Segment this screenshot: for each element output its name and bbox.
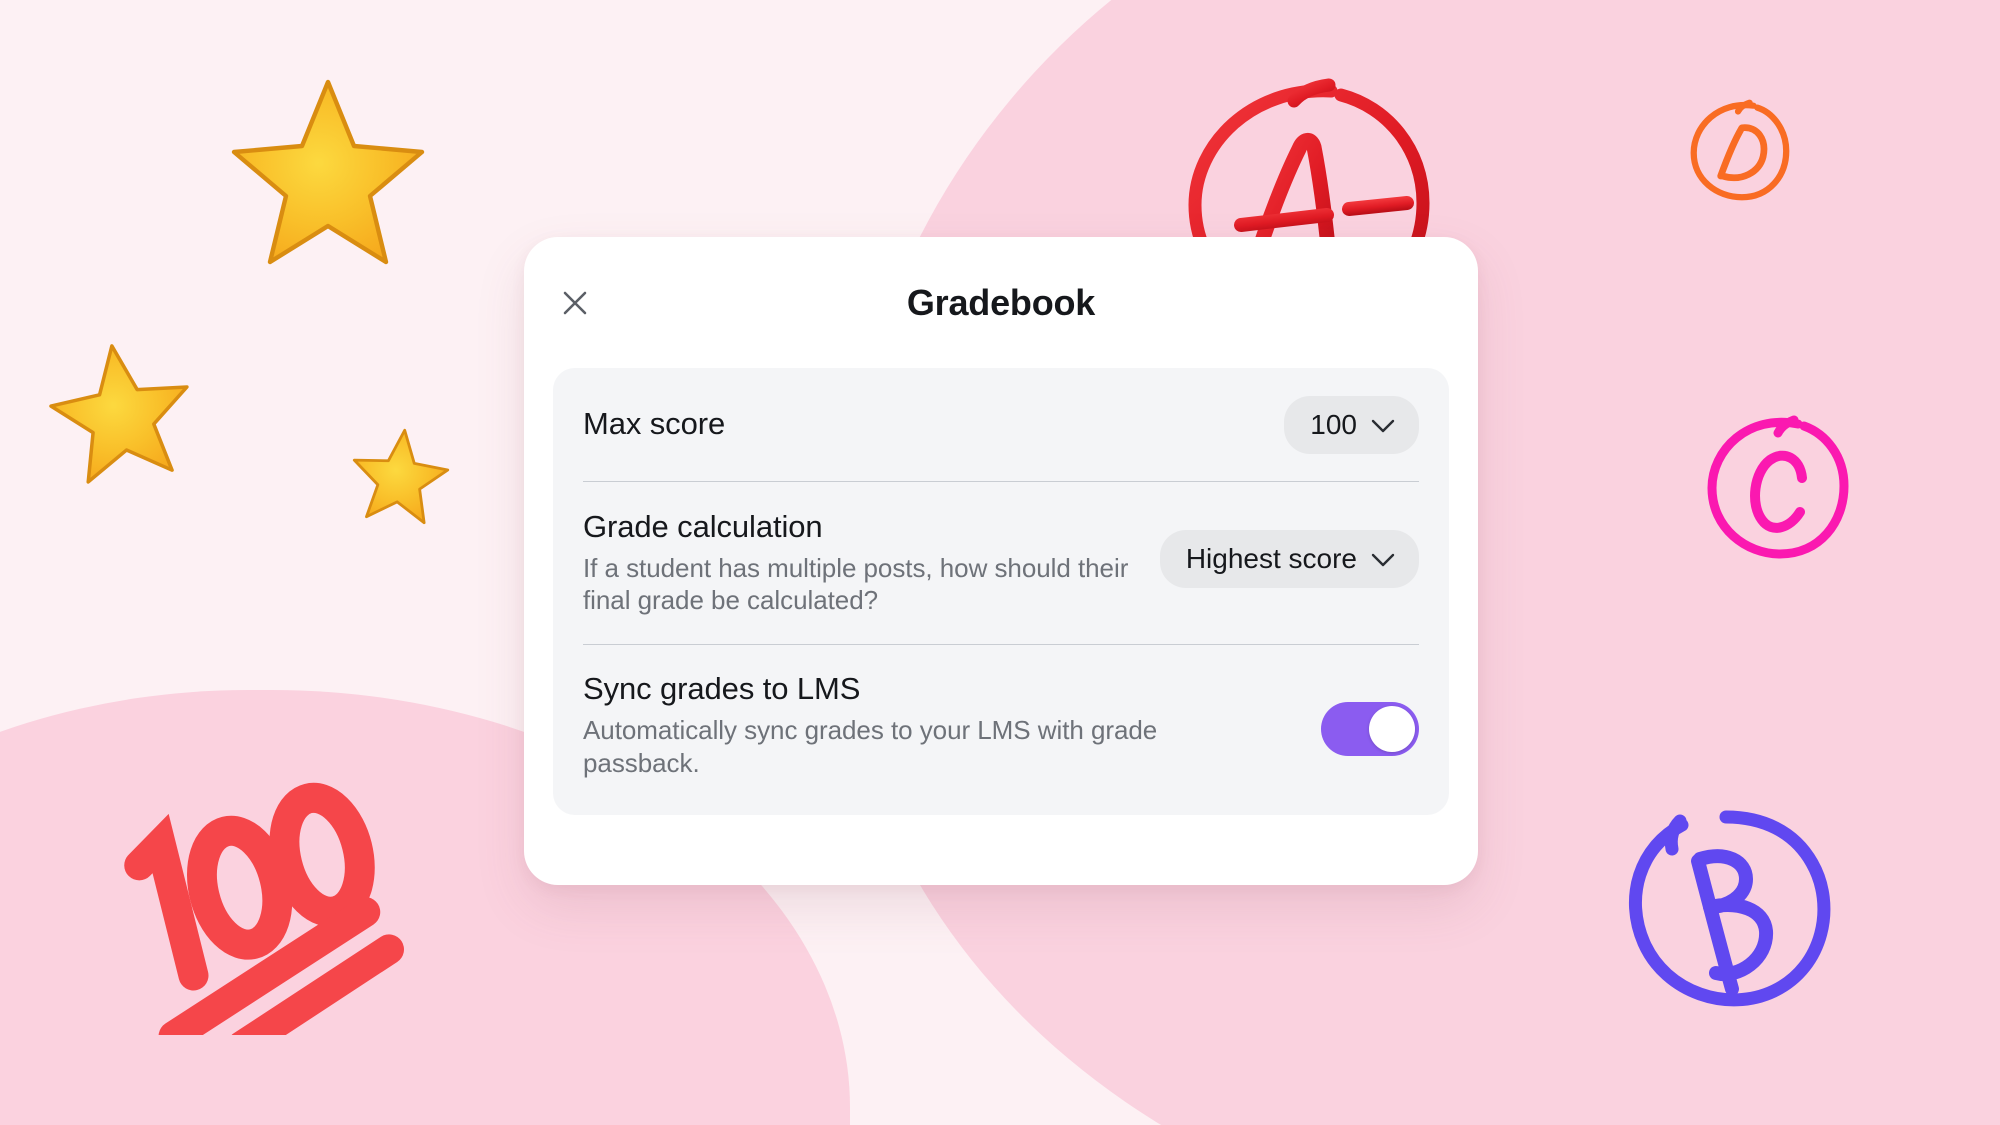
setting-row-max-score: Max score 100 (583, 368, 1419, 481)
setting-title: Grade calculation (583, 509, 823, 544)
control-wrapper: Highest score (1159, 510, 1419, 588)
gradebook-modal: Gradebook Max score 100 Grade calculatio… (524, 237, 1478, 885)
hundred-points-icon (124, 782, 404, 1035)
setting-description: If a student has multiple posts, how sho… (583, 552, 1129, 616)
setting-label-group: Sync grades to LMS Automatically sync gr… (583, 671, 1243, 779)
max-score-value: 100 (1310, 408, 1357, 440)
setting-description: Automatically sync grades to your LMS wi… (583, 714, 1158, 778)
grade-b-icon (1628, 810, 1831, 1007)
star-medium-icon (49, 344, 189, 484)
toggle-knob (1369, 706, 1415, 753)
page-background: Gradebook Max score 100 Grade calculatio… (0, 0, 2000, 1125)
star-small-icon (352, 428, 450, 525)
setting-row-sync-grades: Sync grades to LMS Automatically sync gr… (583, 645, 1419, 815)
setting-title: Max score (583, 406, 726, 442)
grade-c-icon (1707, 415, 1849, 559)
chevron-down-icon (1371, 419, 1395, 432)
settings-panel: Max score 100 Grade calculation If a stu… (553, 368, 1449, 816)
star-large-icon (231, 79, 425, 265)
modal-header: Gradebook (524, 237, 1478, 368)
chevron-down-icon (1371, 553, 1395, 567)
setting-title: Sync grades to LMS (583, 671, 861, 707)
grade-calculation-dropdown[interactable]: Highest score (1159, 530, 1419, 588)
grade-calculation-value: Highest score (1185, 543, 1357, 574)
page-title: Gradebook (906, 282, 1096, 323)
max-score-dropdown[interactable]: 100 (1284, 395, 1419, 454)
grade-d-icon (1690, 99, 1790, 201)
control-wrapper (1321, 672, 1419, 761)
setting-label-group: Max score (583, 406, 726, 442)
setting-label-group: Grade calculation If a student has multi… (583, 509, 1160, 617)
setting-row-grade-calculation: Grade calculation If a student has multi… (583, 482, 1419, 644)
sync-grades-toggle[interactable] (1321, 702, 1419, 757)
